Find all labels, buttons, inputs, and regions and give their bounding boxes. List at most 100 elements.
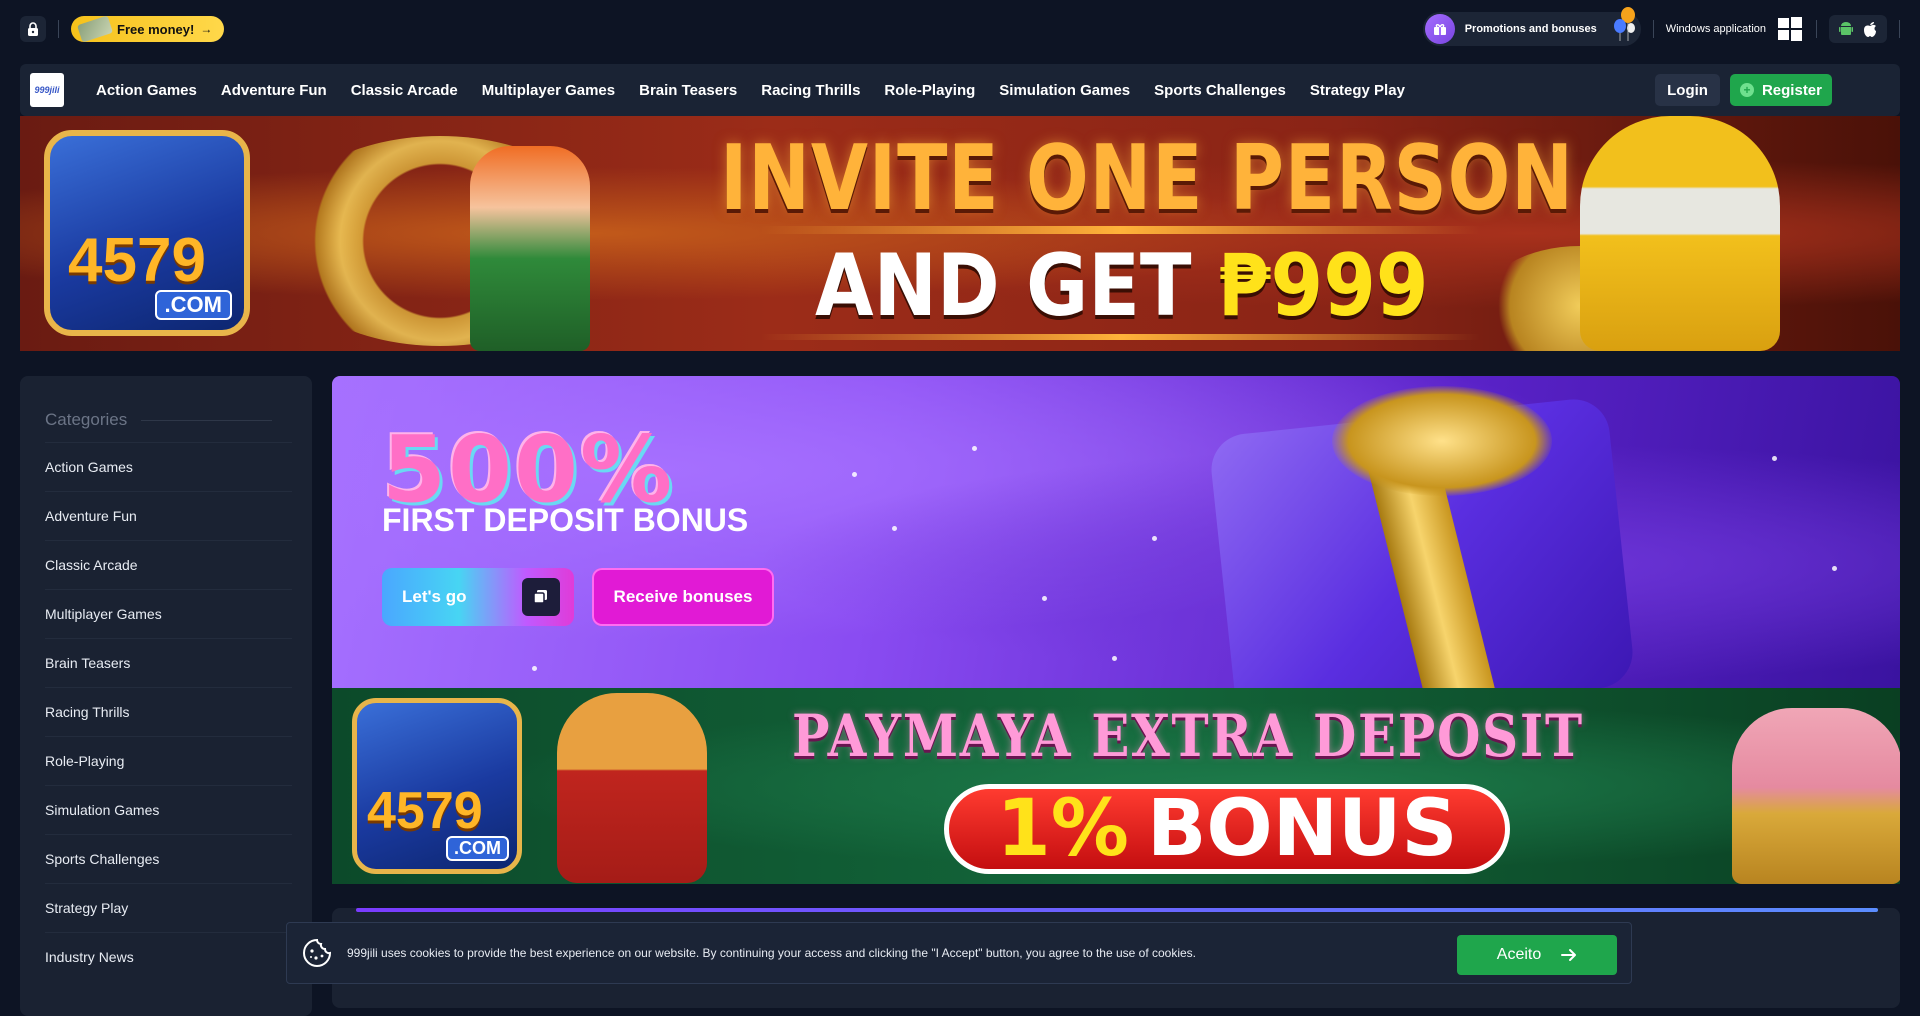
nav-link[interactable]: Action Games [84,82,209,99]
accept-cookies-button[interactable]: Aceito [1457,935,1617,975]
sparkle [1152,536,1157,541]
banner-headline: INVITE ONE PERSON [720,126,1574,231]
divider [1899,20,1900,38]
promotions-label: Promotions and bonuses [1464,23,1597,35]
bonus-word: BONUS [1146,784,1458,874]
divider [1652,20,1654,38]
auth-buttons: Login + Register [1655,74,1832,106]
nav-link[interactable]: Role-Playing [872,82,987,99]
tile-number: 4579 [68,226,206,295]
sidebar-category-item[interactable]: Sports Challenges [45,834,292,883]
sparkle [532,666,537,671]
app-tile-image: 4579 .COM [352,698,522,874]
nav-link[interactable]: Adventure Fun [209,82,339,99]
windows-app-label: Windows application [1665,23,1766,35]
paymaya-banner[interactable]: 4579 .COM PAYMAYA EXTRA DEPOSIT 1% BONUS [332,688,1900,884]
divider [141,419,272,421]
gift-bow [1332,386,1552,496]
banner-prefix: AND GET [815,236,1192,336]
banner-amount: ₱999 [1217,236,1429,336]
nav-link[interactable]: Multiplayer Games [470,82,627,99]
plus-icon: + [1739,83,1754,97]
glow-line [760,334,1480,340]
sidebar-category-item[interactable]: Industry News [45,932,292,981]
nav-links: Action Games Adventure Fun Classic Arcade M… [84,82,1417,99]
balloons-icon [1613,7,1635,41]
nav-link[interactable]: Strategy Play [1298,82,1417,99]
mobile-apps [1829,15,1887,43]
sidebar-category-item[interactable]: Multiplayer Games [45,589,292,638]
arrow-right-icon [1561,949,1577,961]
lets-go-label: Let's go [402,587,467,606]
bonus-pill: 1% BONUS [944,784,1510,874]
main-nav: 999jili Action Games Adventure Fun Classic… [20,64,1900,116]
copy-button[interactable] [522,578,560,616]
sparkle [1832,566,1837,571]
windows-icon [1778,17,1802,41]
categories-sidebar: Categories Action Games Adventure Fun Clas… [20,376,312,1016]
register-label: Register [1761,81,1822,99]
category-list: Action Games Adventure Fun Classic Arcade M… [45,442,292,981]
sidebar-category-item[interactable]: Adventure Fun [45,491,292,540]
promotions-button[interactable]: Promotions and bonuses [1422,7,1641,46]
pig-illustration [1732,708,1900,884]
categories-header: Categories [45,406,292,434]
accent-bar [356,908,1878,912]
sidebar-category-item[interactable]: Strategy Play [45,883,292,932]
first-deposit-promo: 500% FIRST DEPOSIT BONUS Let's go Receiv… [332,376,1900,688]
sidebar-category-item[interactable]: Role-Playing [45,736,292,785]
free-money-label: Free money! [117,21,195,37]
sparkle [1042,596,1047,601]
nav-link[interactable]: Classic Arcade [339,82,470,99]
tile-com: .COM [154,290,232,320]
panda-illustration [1580,116,1780,351]
invite-banner[interactable]: 4579 .COM INVITE ONE PERSON AND GET ₱999 [20,116,1900,351]
divider [1816,20,1817,38]
sidebar-category-item[interactable]: Action Games [45,442,292,491]
lock-icon [28,22,38,36]
sidebar-category-item[interactable]: Racing Thrills [45,687,292,736]
sparkle [1772,456,1777,461]
sidebar-category-item[interactable]: Simulation Games [45,785,292,834]
lock-button[interactable] [20,16,46,42]
login-button[interactable]: Login [1655,74,1720,106]
tile-com: .COM [446,836,509,861]
bonus-percent: 1% [996,784,1129,874]
categories-title: Categories [45,410,128,429]
top-bar: Free money! → Promotions and bonuses Win… [0,0,1920,58]
cookie-message: 999jili uses cookies to provide the best… [347,946,1197,960]
apple-icon[interactable] [1863,21,1877,37]
nav-link[interactable]: Sports Challenges [1142,82,1298,99]
accept-label: Aceito [1496,946,1542,963]
leprechaun-illustration [470,146,590,351]
sparkle [852,472,857,477]
sparkle [1112,656,1117,661]
arrow-right-icon: → [200,22,213,36]
banner-subheadline: AND GET ₱999 [815,236,1429,336]
cookie-banner: 999jili uses cookies to provide the best… [286,922,1632,984]
logo-text: 999jili [34,85,60,95]
topbar-right: Promotions and bonuses Windows applicati… [1422,7,1900,46]
windows-app-link[interactable]: Windows application [1666,17,1802,41]
nav-link[interactable]: Brain Teasers [627,82,749,99]
receive-bonuses-button[interactable]: Receive bonuses [592,568,774,626]
nav-link[interactable]: Racing Thrills [749,82,872,99]
free-money-button[interactable]: Free money! → [71,15,225,43]
app-tile-image: 4579 .COM [44,130,250,336]
nav-link[interactable]: Simulation Games [987,82,1142,99]
leopard-illustration [557,693,707,883]
cookie-icon [303,938,332,967]
paymaya-title: PAYMAYA EXTRA DEPOSIT [792,702,1584,770]
register-button[interactable]: + Register [1729,74,1832,106]
sidebar-category-item[interactable]: Brain Teasers [45,638,292,687]
lets-go-button[interactable]: Let's go [382,568,574,626]
tile-number: 4579 [367,782,483,840]
bonus-subtitle: FIRST DEPOSIT BONUS [382,502,749,538]
divider [58,20,59,38]
sparkle [972,446,977,451]
site-logo[interactable]: 999jili [30,73,64,107]
android-icon[interactable] [1839,21,1853,37]
sidebar-category-item[interactable]: Classic Arcade [45,540,292,589]
copy-icon [533,590,547,604]
sparkle [892,526,897,531]
